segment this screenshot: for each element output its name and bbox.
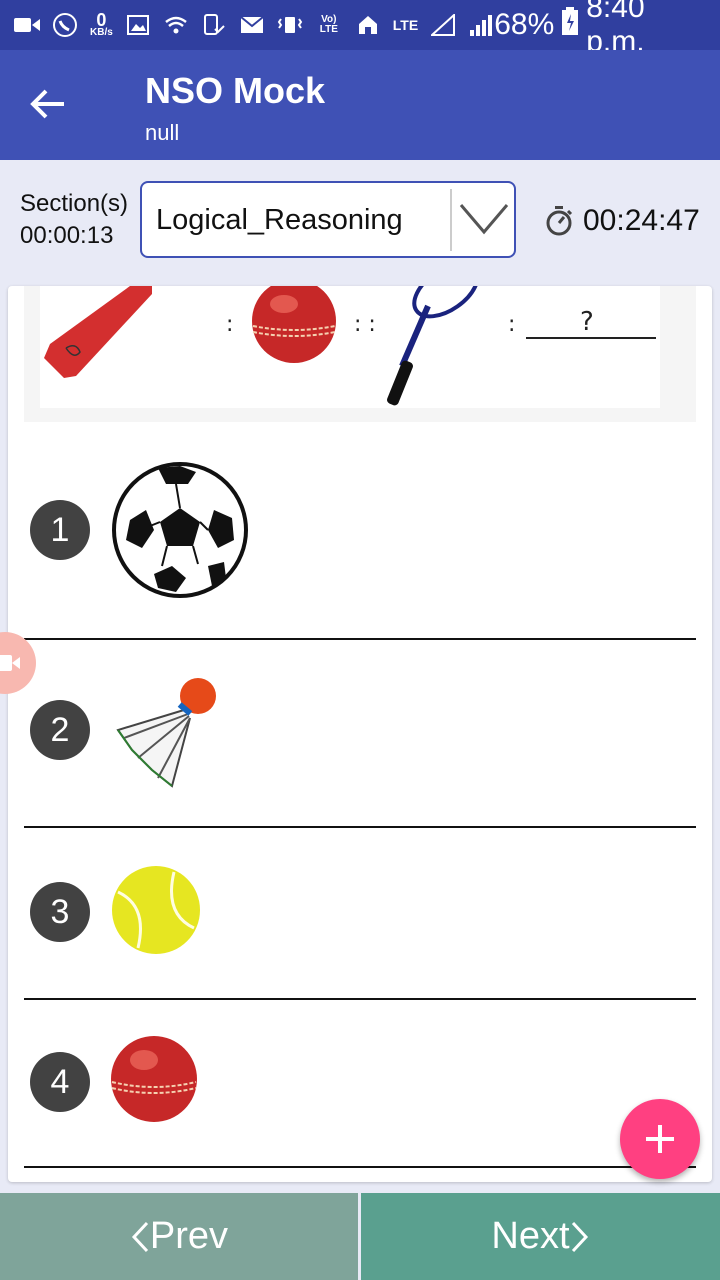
- plus-icon: [646, 1125, 674, 1153]
- email-icon: [239, 14, 265, 36]
- chevron-down-icon[interactable]: [456, 197, 512, 241]
- section-bar: Section(s) 00:00:13 Logical_Reasoning 00…: [0, 160, 720, 286]
- next-button[interactable]: Next: [361, 1193, 720, 1280]
- cricket-ball-icon: [252, 286, 336, 363]
- svg-text::: :: [508, 312, 515, 337]
- svg-text::: :: [226, 312, 233, 337]
- shuttlecock-icon: [110, 674, 220, 795]
- dropdown-divider: [450, 189, 452, 251]
- football-icon: [110, 460, 250, 605]
- back-button[interactable]: [28, 84, 68, 124]
- signal-bars-icon: [468, 14, 494, 36]
- volte-indicator: Vo) LTE: [319, 14, 338, 35]
- chevron-right-icon: [571, 1221, 588, 1252]
- option-number: 1: [30, 500, 90, 560]
- prev-label: Prev: [149, 1215, 229, 1257]
- app-bar: NSO Mock null: [0, 50, 720, 160]
- battery-percent: 68%: [494, 8, 555, 41]
- option-3[interactable]: 3: [24, 828, 696, 1000]
- battery-icon: [562, 7, 579, 43]
- lte-indicator: LTE: [392, 17, 419, 33]
- video-camera-icon: [14, 14, 40, 36]
- option-number: 3: [30, 882, 90, 942]
- option-2[interactable]: 2: [24, 640, 696, 828]
- svg-text:: :: : :: [354, 312, 376, 337]
- home-icon: [355, 14, 381, 36]
- question-image: : : : : ?: [24, 286, 696, 422]
- video-camera-icon: [0, 655, 20, 671]
- add-button[interactable]: [620, 1099, 700, 1179]
- page-title: NSO Mock: [145, 70, 326, 111]
- timer: 00:24:47: [545, 204, 700, 238]
- cricket-ball-icon: [110, 1034, 198, 1129]
- section-info: Section(s) 00:00:13: [20, 188, 128, 252]
- wifi-icon: [163, 14, 189, 36]
- data-speed-indicator: 0 KB/s: [90, 10, 113, 38]
- blank-question-mark: ?: [580, 307, 594, 337]
- question-card: : : : : ? 1 2 3 4: [8, 286, 712, 1182]
- tennis-racket-icon: [387, 286, 480, 406]
- section-label: Section(s): [20, 190, 129, 217]
- stopwatch-icon: [546, 206, 573, 236]
- option-number: 4: [30, 1052, 90, 1112]
- tennis-ball-icon: [110, 864, 202, 961]
- option-1[interactable]: 1: [24, 422, 696, 640]
- chevron-left-icon: [131, 1221, 149, 1252]
- phone-check-icon: [201, 14, 227, 36]
- section-elapsed: 00:00:13: [20, 222, 114, 249]
- section-selected-value: Logical_Reasoning: [156, 204, 403, 236]
- vibrate-icon: [277, 14, 303, 36]
- phone-call-icon: [52, 13, 78, 37]
- prev-button[interactable]: Prev: [0, 1193, 358, 1280]
- image-icon: [125, 14, 151, 36]
- analogy-image: : : : : ?: [40, 286, 660, 408]
- page-subtitle: null: [145, 120, 180, 145]
- option-4[interactable]: 4: [24, 1000, 696, 1168]
- cricket-bat-icon: [44, 286, 152, 378]
- next-label: Next: [491, 1215, 570, 1257]
- status-bar: 0 KB/s Vo) LTE LTE 68% 8:40 p.m.: [0, 0, 720, 58]
- option-number: 2: [30, 700, 90, 760]
- arrow-left-icon: [30, 89, 64, 119]
- signal-icon: [430, 14, 456, 36]
- timer-value: 00:24:47: [583, 204, 700, 237]
- section-dropdown[interactable]: Logical_Reasoning: [140, 181, 516, 258]
